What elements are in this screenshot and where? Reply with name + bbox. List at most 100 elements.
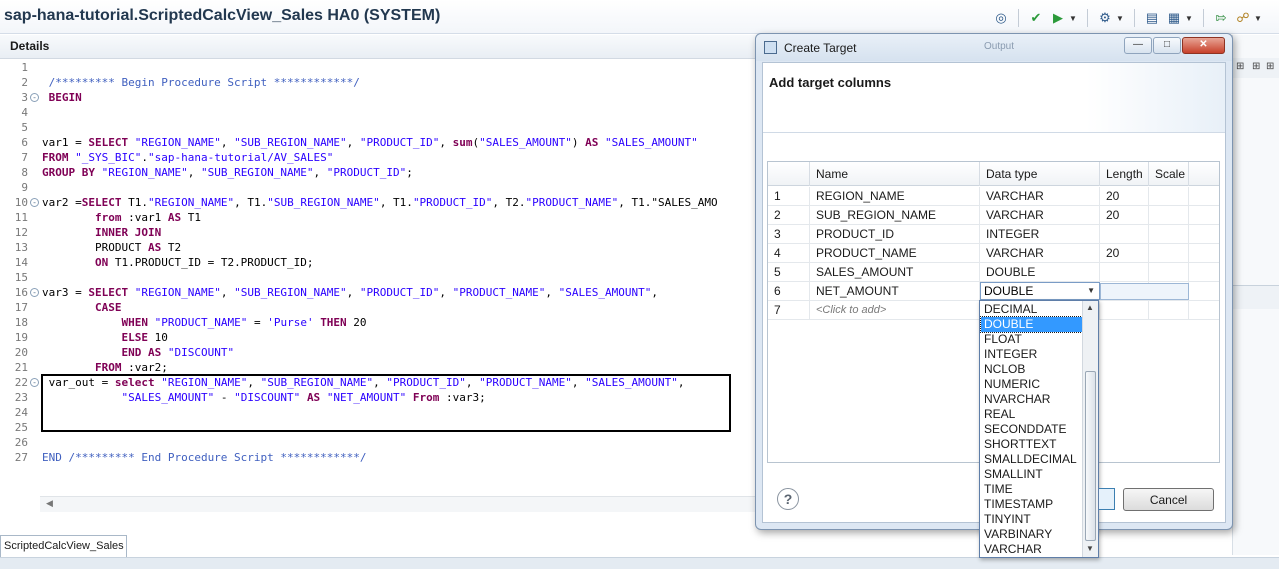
- code-line[interactable]: 2 /********* Begin Procedure Script ****…: [0, 75, 756, 90]
- cell-scale[interactable]: [1149, 225, 1189, 244]
- cell-length[interactable]: 20: [1100, 244, 1149, 263]
- chevron-down-icon[interactable]: ▼: [1254, 14, 1262, 23]
- maximize-icon[interactable]: □: [1153, 37, 1181, 54]
- minimize-icon[interactable]: —: [1124, 37, 1152, 54]
- cell-datatype[interactable]: INTEGER: [980, 225, 1100, 244]
- cell-scale[interactable]: [1149, 244, 1189, 263]
- cell-empty[interactable]: [1100, 301, 1149, 320]
- cell-scale[interactable]: [1149, 263, 1189, 282]
- code-line[interactable]: 18 WHEN "PRODUCT_NAME" = 'Purse' THEN 20: [0, 315, 756, 330]
- dropdown-option[interactable]: DECIMAL: [981, 302, 1082, 317]
- fold-toggle-icon[interactable]: -: [30, 198, 39, 207]
- cancel-button[interactable]: Cancel: [1123, 488, 1214, 511]
- code-line[interactable]: 15: [0, 270, 756, 285]
- dropdown-option[interactable]: NUMERIC: [981, 377, 1082, 392]
- cell-datatype[interactable]: VARCHAR: [980, 244, 1100, 263]
- dropdown-option[interactable]: SECONDDATE: [981, 422, 1082, 437]
- cell-length[interactable]: 20: [1100, 206, 1149, 225]
- dropdown-option[interactable]: VARCHAR: [981, 542, 1082, 557]
- horizontal-scrollbar[interactable]: ◀: [40, 496, 756, 512]
- code-line[interactable]: 12 INNER JOIN: [0, 225, 756, 240]
- code-line[interactable]: 20 END AS "DISCOUNT": [0, 345, 756, 360]
- chevron-down-icon[interactable]: ▼: [1087, 283, 1095, 299]
- cell-length[interactable]: 20: [1100, 187, 1149, 206]
- scroll-up-icon[interactable]: ▲: [1086, 303, 1094, 312]
- fold-toggle-icon[interactable]: -: [30, 93, 39, 102]
- table-row[interactable]: 2 SUB_REGION_NAME VARCHAR 20: [768, 206, 1219, 225]
- code-line[interactable]: 27 END /********* End Procedure Script **…: [0, 450, 756, 465]
- datatype-combo[interactable]: DOUBLE ▼: [980, 282, 1100, 300]
- help-button[interactable]: ?: [777, 488, 799, 510]
- dropdown-option[interactable]: SMALLINT: [981, 467, 1082, 482]
- chevron-down-icon[interactable]: ▼: [1185, 14, 1193, 23]
- run-icon[interactable]: ▶: [1050, 10, 1066, 26]
- fold-toggle-icon[interactable]: -: [30, 288, 39, 297]
- dropdown-option[interactable]: TIME: [981, 482, 1082, 497]
- dropdown-option[interactable]: REAL: [981, 407, 1082, 422]
- dropdown-option[interactable]: VARBINARY: [981, 527, 1082, 542]
- chevron-down-icon[interactable]: ▼: [1069, 14, 1077, 23]
- dropdown-option[interactable]: INTEGER: [981, 347, 1082, 362]
- code-line[interactable]: 21 FROM :var2;: [0, 360, 756, 375]
- cell-scale[interactable]: [1149, 187, 1189, 206]
- chevron-down-icon[interactable]: ▼: [1116, 14, 1124, 23]
- scroll-down-icon[interactable]: ▼: [1086, 544, 1094, 553]
- code-line[interactable]: 8 GROUP BY "REGION_NAME", "SUB_REGION_NAM…: [0, 165, 756, 180]
- cell-length[interactable]: [1100, 225, 1149, 244]
- cell-name[interactable]: PRODUCT_NAME: [810, 244, 980, 263]
- cell-datatype[interactable]: VARCHAR: [980, 206, 1100, 225]
- datatype-dropdown-list[interactable]: VARCHAR VARBINARY TINYINT TIMESTAMP TIME SMAL…: [979, 300, 1099, 558]
- dropdown-option[interactable]: SMALLDECIMAL: [981, 452, 1082, 467]
- code-line[interactable]: 9: [0, 180, 756, 195]
- document-icon[interactable]: ▤: [1144, 10, 1160, 26]
- cell-name[interactable]: REGION_NAME: [810, 187, 980, 206]
- cell-scale[interactable]: [1149, 206, 1189, 225]
- dropdown-scrollbar[interactable]: ▲ ▼: [1082, 301, 1098, 557]
- panel-toolbar-icon[interactable]: ⊞: [1252, 61, 1260, 72]
- code-line[interactable]: 11 from :var1 AS T1: [0, 210, 756, 225]
- column-header-length[interactable]: Length: [1100, 162, 1149, 186]
- panel-toolbar-icon[interactable]: ⊞: [1236, 61, 1244, 72]
- code-line[interactable]: 5: [0, 120, 756, 135]
- import-icon[interactable]: ☍: [1235, 10, 1251, 26]
- code-line[interactable]: 3- BEGIN: [0, 90, 756, 105]
- code-line[interactable]: 13 PRODUCT AS T2: [0, 240, 756, 255]
- code-line[interactable]: 1: [0, 60, 756, 75]
- cell-name[interactable]: SUB_REGION_NAME: [810, 206, 980, 225]
- settings-icon[interactable]: ⚙: [1097, 10, 1113, 26]
- table-row[interactable]: 1 REGION_NAME VARCHAR 20: [768, 187, 1219, 206]
- code-line[interactable]: 7 FROM "_SYS_BIC"."sap-hana-tutorial/AV_S…: [0, 150, 756, 165]
- ok-button-edge[interactable]: [1099, 488, 1115, 510]
- cell-length[interactable]: [1100, 263, 1149, 282]
- panel-toolbar-icon[interactable]: ⊞: [1266, 61, 1274, 72]
- fold-toggle-icon[interactable]: -: [30, 378, 39, 387]
- close-icon[interactable]: ✕: [1182, 37, 1225, 54]
- table-row[interactable]: 3 PRODUCT_ID INTEGER: [768, 225, 1219, 244]
- code-line[interactable]: 26: [0, 435, 756, 450]
- dropdown-option[interactable]: FLOAT: [981, 332, 1082, 347]
- code-line[interactable]: 16- var3 = SELECT "REGION_NAME", "SUB_REG…: [0, 285, 756, 300]
- cell-name[interactable]: PRODUCT_ID: [810, 225, 980, 244]
- binoculars-icon[interactable]: ◎: [993, 10, 1009, 26]
- cell-datatype[interactable]: DOUBLE: [980, 263, 1100, 282]
- scroll-left-icon[interactable]: ◀: [46, 498, 53, 509]
- table-row[interactable]: 4 PRODUCT_NAME VARCHAR 20: [768, 244, 1219, 263]
- dialog-title-bar[interactable]: Create Target Output — □ ✕: [756, 34, 1232, 61]
- code-line[interactable]: 14 ON T1.PRODUCT_ID = T2.PRODUCT_ID;: [0, 255, 756, 270]
- column-header-name[interactable]: Name: [810, 162, 980, 186]
- editor-tab[interactable]: ScriptedCalcView_Sales: [0, 535, 127, 557]
- code-line[interactable]: 10- var2 =SELECT T1."REGION_NAME", T1."SU…: [0, 195, 756, 210]
- code-line[interactable]: 17 CASE: [0, 300, 756, 315]
- export-icon[interactable]: ⇰: [1213, 10, 1229, 26]
- check-icon[interactable]: ✔: [1028, 10, 1044, 26]
- dropdown-option[interactable]: TIMESTAMP: [981, 497, 1082, 512]
- layout-icon[interactable]: ▦: [1166, 10, 1182, 26]
- table-row[interactable]: 5 SALES_AMOUNT DOUBLE: [768, 263, 1219, 282]
- cell-datatype[interactable]: VARCHAR: [980, 187, 1100, 206]
- click-to-add-placeholder[interactable]: <Click to add>: [810, 301, 980, 320]
- cell-empty[interactable]: [1149, 301, 1189, 320]
- scrollbar-thumb[interactable]: [1085, 371, 1096, 541]
- dropdown-option[interactable]: DOUBLE: [980, 316, 1083, 333]
- code-line[interactable]: 19 ELSE 10: [0, 330, 756, 345]
- code-line[interactable]: 4: [0, 105, 756, 120]
